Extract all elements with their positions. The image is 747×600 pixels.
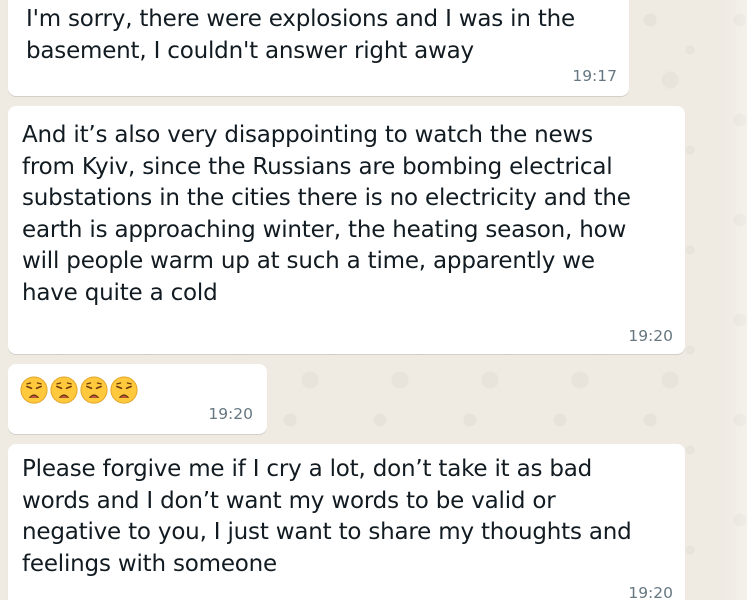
scrollbar-track[interactable] (723, 0, 747, 600)
message-text: Please forgive me if I cry a lot, don’t … (22, 456, 632, 577)
message-text: And it’s also very disappointing to watc… (22, 122, 631, 306)
weary-face-icon (110, 376, 138, 404)
chat-panel: I'm sorry, there were explosions and I w… (0, 0, 747, 600)
weary-face-icon (50, 376, 78, 404)
message-timestamp: 19:20 (208, 405, 253, 423)
emoji-message-bubble[interactable]: 19:20 (8, 364, 267, 434)
message-timestamp: 19:17 (572, 67, 617, 85)
message-bubble[interactable]: I'm sorry, there were explosions and I w… (8, 0, 629, 96)
message-timestamp: 19:20 (628, 584, 673, 600)
message-text: I'm sorry, there were explosions and I w… (26, 6, 575, 64)
weary-face-icon (80, 376, 108, 404)
emoji-row (20, 370, 255, 404)
message-timestamp: 19:20 (628, 327, 673, 345)
message-bubble[interactable]: And it’s also very disappointing to watc… (8, 106, 685, 354)
weary-face-icon (20, 376, 48, 404)
message-bubble[interactable]: Please forgive me if I cry a lot, don’t … (8, 444, 685, 600)
